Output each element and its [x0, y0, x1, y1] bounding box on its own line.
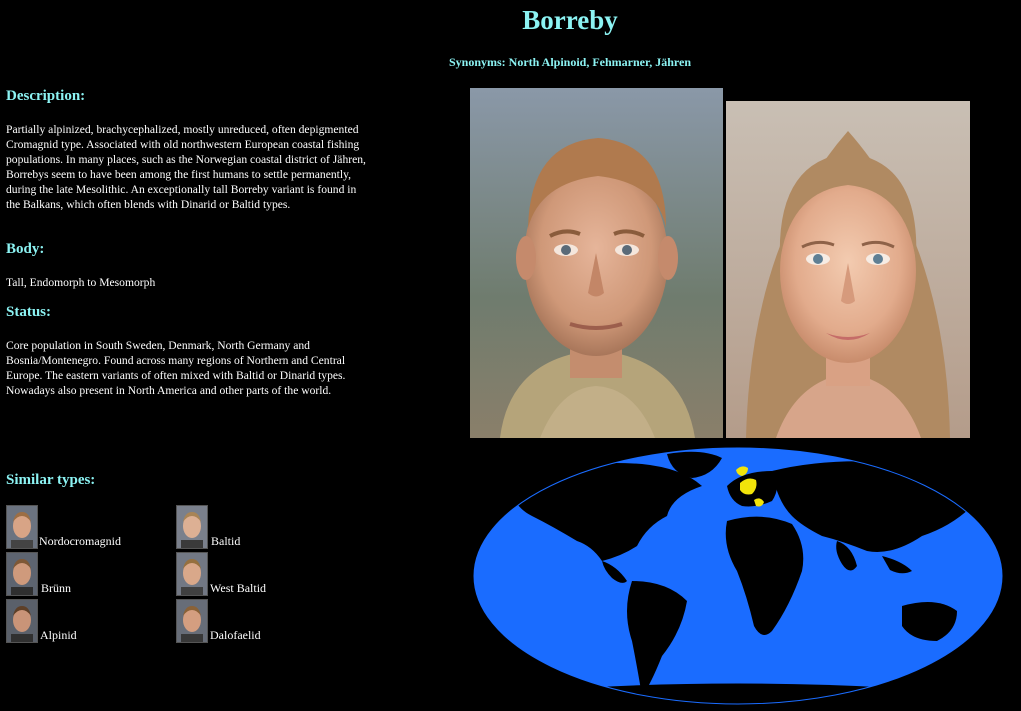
baltid-thumbnail[interactable] — [176, 505, 208, 549]
distribution-map — [472, 446, 1004, 706]
status-heading: Status: — [6, 304, 52, 320]
alpinid-thumbnail[interactable] — [6, 599, 38, 643]
dalofaelid-label[interactable]: Dalofaelid — [210, 628, 261, 643]
page-title: Borreby — [522, 5, 618, 35]
alpinid-label[interactable]: Alpinid — [40, 628, 77, 643]
nordocromagnid-thumbnail[interactable] — [6, 505, 38, 549]
male-portrait — [470, 88, 723, 438]
similar-types-heading: Similar types: — [6, 472, 96, 488]
similar-types-list: Nordocromagnid Baltid Brünn West Baltid … — [6, 505, 346, 650]
baltid-label[interactable]: Baltid — [211, 534, 240, 549]
dalofaelid-thumbnail[interactable] — [176, 599, 208, 643]
brunn-label[interactable]: Brünn — [41, 581, 71, 596]
west-baltid-label[interactable]: West Baltid — [210, 581, 266, 596]
brunn-thumbnail[interactable] — [6, 552, 38, 596]
west-baltid-thumbnail[interactable] — [176, 552, 208, 596]
body-heading: Body: — [6, 241, 45, 257]
body-text: Tall, Endomorph to Mesomorph — [6, 276, 156, 289]
description-text: Partially alpinized, brachycephalized, m… — [6, 123, 366, 211]
description-heading: Description: — [6, 88, 86, 104]
nordocromagnid-label[interactable]: Nordocromagnid — [39, 534, 121, 549]
status-text: Core population in South Sweden, Denmark… — [6, 339, 346, 397]
female-portrait — [726, 101, 970, 438]
synonyms-line: Synonyms: North Alpinoid, Fehmarner, Jäh… — [448, 55, 692, 69]
